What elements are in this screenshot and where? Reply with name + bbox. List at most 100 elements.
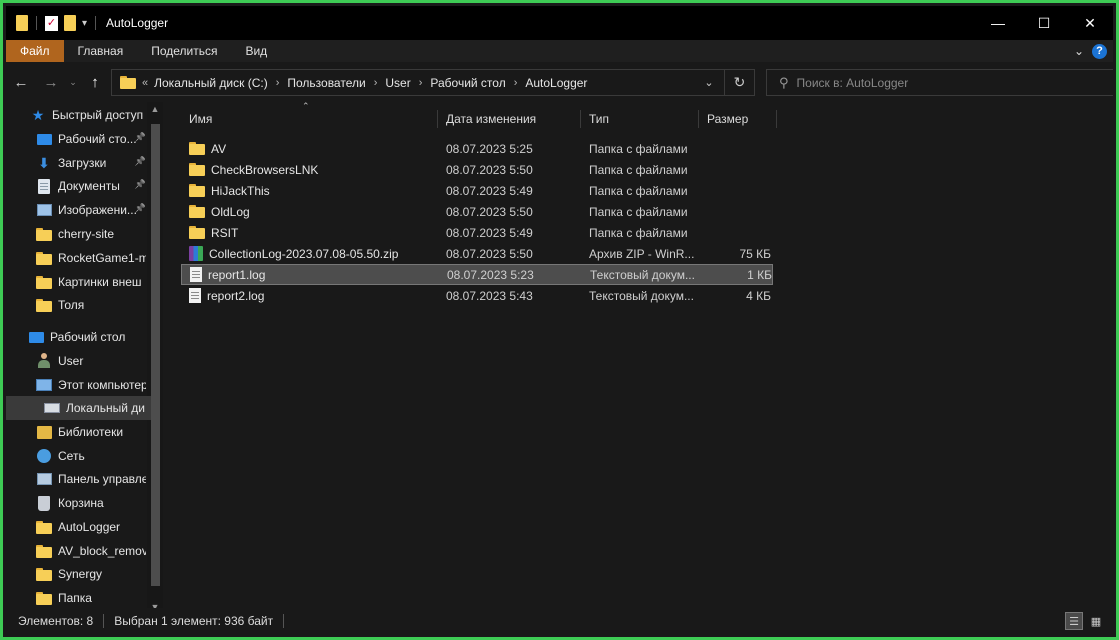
table-row[interactable]: report2.log 08.07.2023 5:43 Текстовый доку… <box>181 285 773 306</box>
sidebar-item-label: RocketGame1-m <box>58 251 146 265</box>
chevron-right-icon[interactable]: › <box>419 77 423 89</box>
file-date: 08.07.2023 5:50 <box>446 246 533 261</box>
file-type: Папка с файлами <box>589 183 688 198</box>
file-name-cell: CheckBrowsersLNK <box>189 163 318 177</box>
status-separator <box>103 614 105 628</box>
tab-share[interactable]: Поделиться <box>137 40 231 62</box>
expand-ribbon-icon[interactable]: ⌄ <box>1074 44 1084 58</box>
pin-icon[interactable]: 📌 <box>135 203 146 214</box>
chevron-right-icon[interactable]: › <box>514 77 518 89</box>
crumb-local-disk[interactable]: Локальный диск (C:) <box>154 76 268 90</box>
ribbon-right: ⌄ ? <box>1074 40 1113 62</box>
sidebar-item-label: Изображени... <box>58 203 137 217</box>
new-folder-icon[interactable] <box>64 15 76 31</box>
folder-icon <box>36 274 52 290</box>
chevron-right-icon[interactable]: › <box>276 77 280 89</box>
up-arrow-icon[interactable]: ↑ <box>80 74 110 91</box>
forward-arrow-icon[interactable]: → <box>36 74 66 91</box>
column-type[interactable]: Тип <box>581 110 699 128</box>
sidebar-item[interactable]: cherry-site <box>6 222 146 246</box>
toolbar-separator <box>36 16 37 30</box>
sidebar-item[interactable]: Папка <box>6 586 146 610</box>
crumb-autologger[interactable]: AutoLogger <box>525 76 587 90</box>
maximize-button[interactable]: ☐ <box>1021 6 1067 40</box>
sidebar-item[interactable]: ⬇ Загрузки 📌 <box>6 151 146 175</box>
sidebar-item[interactable]: Картинки внеш <box>6 270 146 294</box>
crumb-desktop[interactable]: Рабочий стол <box>430 76 505 90</box>
table-row[interactable]: RSIT 08.07.2023 5:49 Папка с файлами <box>181 222 773 243</box>
navigation-bar: ← → ⌄ ↑ « Локальный диск (C:) › Пользова… <box>6 62 1113 102</box>
scrollbar-thumb[interactable] <box>151 124 160 586</box>
tab-file[interactable]: Файл <box>6 40 64 62</box>
overflow-crumbs-icon[interactable]: « <box>142 77 148 89</box>
column-name[interactable]: Имя <box>181 110 438 128</box>
table-row[interactable]: report1.log 08.07.2023 5:23 Текстовый доку… <box>181 264 773 285</box>
column-date[interactable]: Дата изменения <box>438 110 581 128</box>
sidebar-item[interactable]: Документы 📌 <box>6 174 146 198</box>
sidebar-item[interactable]: Изображени... 📌 <box>6 198 146 222</box>
status-bar: Элементов: 8 Выбран 1 элемент: 936 байт … <box>6 608 1113 634</box>
computer-icon <box>36 377 52 393</box>
status-separator <box>283 614 285 628</box>
table-row[interactable]: OldLog 08.07.2023 5:50 Папка с файлами <box>181 201 773 222</box>
tab-view[interactable]: Вид <box>231 40 281 62</box>
file-date: 08.07.2023 5:50 <box>446 162 533 177</box>
sidebar-item-label: User <box>58 354 84 368</box>
documents-icon <box>36 178 52 194</box>
sidebar-item[interactable]: Локальный ди <box>6 396 151 420</box>
chevron-right-icon[interactable]: › <box>374 77 378 89</box>
sidebar-item[interactable]: Рабочий стол <box>6 325 146 349</box>
sidebar-item[interactable]: AV_block_remov <box>6 539 146 563</box>
sidebar-item[interactable]: Толя <box>6 293 146 317</box>
help-icon[interactable]: ? <box>1092 43 1107 59</box>
chevron-down-icon[interactable]: ⌄ <box>694 76 724 89</box>
search-input[interactable]: ⚲ Поиск в: AutoLogger <box>766 69 1113 96</box>
file-type: Папка с файлами <box>589 204 688 219</box>
sidebar-item-label: Локальный ди <box>66 401 145 415</box>
table-row[interactable]: AV 08.07.2023 5:25 Папка с файлами <box>181 138 773 159</box>
close-button[interactable]: ✕ <box>1067 6 1113 40</box>
sidebar-item-label: Папка <box>58 591 92 605</box>
table-row[interactable]: CollectionLog-2023.07.08-05.50.zip 08.07.… <box>181 243 773 264</box>
refresh-icon[interactable]: ↻ <box>724 70 754 95</box>
sidebar-item[interactable]: User <box>6 349 146 373</box>
scroll-up-icon[interactable]: ▲ <box>147 104 163 114</box>
column-size[interactable]: Размер <box>699 110 777 128</box>
pin-icon[interactable]: 📌 <box>135 132 146 143</box>
table-row[interactable]: CheckBrowsersLNK 08.07.2023 5:50 Папка с ф… <box>181 159 773 180</box>
crumb-user[interactable]: User <box>385 76 410 90</box>
large-icons-view-icon[interactable]: ▦ <box>1087 612 1105 630</box>
sidebar-item[interactable]: Рабочий сто... 📌 <box>6 127 146 151</box>
sidebar-item[interactable]: AutoLogger <box>6 515 146 539</box>
sidebar-item[interactable]: Корзина <box>6 491 146 515</box>
navigation-pane: ▲ ▼ ★ Быстрый доступ Рабочий сто... 📌 ⬇ Загру… <box>6 102 163 614</box>
sidebar-item[interactable]: RocketGame1-m <box>6 246 146 270</box>
sidebar-item-label: Панель управле <box>58 472 146 486</box>
file-name: RSIT <box>211 225 239 240</box>
breadcrumb: « Локальный диск (C:) › Пользователи › U… <box>142 76 587 90</box>
sidebar-item[interactable]: Сеть <box>6 444 146 468</box>
sidebar-item[interactable]: Этот компьютер <box>6 373 146 397</box>
file-size: 75 КБ <box>739 246 771 261</box>
details-view-icon[interactable]: ☰ <box>1065 612 1083 630</box>
sidebar-item[interactable]: ★ Быстрый доступ <box>6 103 146 127</box>
pin-icon[interactable]: 📌 <box>135 156 146 167</box>
nav-scrollbar[interactable]: ▲ ▼ <box>147 102 163 614</box>
recent-locations-icon[interactable]: ⌄ <box>66 77 80 88</box>
back-arrow-icon[interactable]: ← <box>6 74 36 91</box>
folder-icon <box>120 76 136 89</box>
table-row[interactable]: HiJackThis 08.07.2023 5:49 Папка с файлами <box>181 180 773 201</box>
sidebar-item[interactable]: Панель управле <box>6 467 146 491</box>
properties-icon[interactable]: ✓ <box>45 15 58 31</box>
sidebar-item[interactable]: Synergy <box>6 562 146 586</box>
sidebar-item-label: Сеть <box>58 449 85 463</box>
sidebar-item-label: Synergy <box>58 567 103 581</box>
minimize-button[interactable]: — <box>975 6 1021 40</box>
folder-icon <box>189 226 205 239</box>
sidebar-item[interactable]: Библиотеки <box>6 420 146 444</box>
crumb-users[interactable]: Пользователи <box>287 76 365 90</box>
tab-home[interactable]: Главная <box>64 40 138 62</box>
customize-toolbar-icon[interactable]: ▾ <box>82 18 87 29</box>
pin-icon[interactable]: 📌 <box>135 179 146 190</box>
address-bar[interactable]: « Локальный диск (C:) › Пользователи › U… <box>111 69 755 96</box>
